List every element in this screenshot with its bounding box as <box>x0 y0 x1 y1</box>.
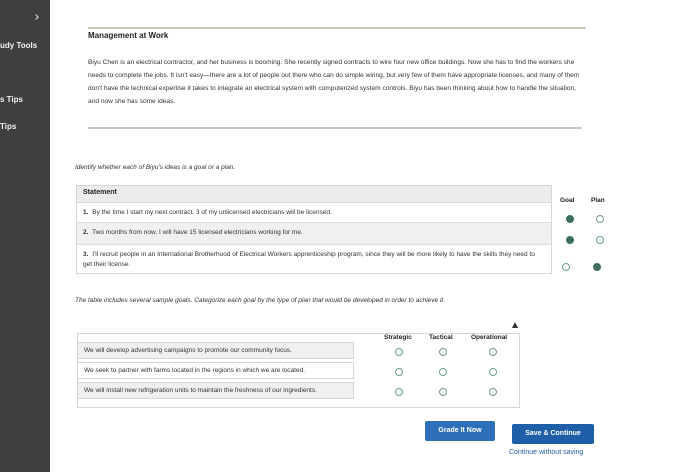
article-body: Biyu Chen is an electrical contractor, a… <box>88 59 580 105</box>
table-row: We will install new refrigeration units … <box>77 382 354 399</box>
bottom-divider <box>88 127 582 129</box>
sidebar: › udy Tools s Tips Tips <box>0 0 50 472</box>
row1-plan-radio[interactable] <box>596 215 604 223</box>
row3-strategic-radio[interactable] <box>395 388 403 396</box>
row1-tactical-radio[interactable] <box>439 348 447 356</box>
plan-type-table: Strategic Tactical Operational We will d… <box>77 322 520 408</box>
strategic-column-header: Strategic <box>384 334 412 341</box>
table-row: 3. I'll recruit people in an Internation… <box>77 244 551 273</box>
mouse-cursor-icon <box>512 322 518 328</box>
operational-column-header: Operational <box>471 334 508 341</box>
chevron-right-icon[interactable]: › <box>28 9 46 27</box>
statement-header: Statement <box>77 186 551 202</box>
tactical-column-header: Tactical <box>429 334 453 341</box>
top-divider <box>88 27 586 29</box>
question2-prompt: The table includes several sample goals.… <box>75 297 446 304</box>
continue-without-saving-link[interactable]: Continue without saving <box>509 449 583 456</box>
row2-operational-radio[interactable] <box>489 368 497 376</box>
sidebar-item-tips-1[interactable]: s Tips <box>0 95 23 104</box>
goal-column-header: Goal <box>560 197 575 204</box>
row-text: I'll recruit people in an International … <box>83 251 535 268</box>
table-row: 1. By the time I start my next contract,… <box>77 202 551 222</box>
grade-it-now-button[interactable]: Grade It Now <box>425 421 495 441</box>
row-number: 2. <box>83 229 89 236</box>
main-content: Management at Work Biyu Chen is an elect… <box>50 0 700 472</box>
row2-tactical-radio[interactable] <box>439 368 447 376</box>
plan-type-headers: Strategic Tactical Operational <box>77 322 520 341</box>
sidebar-item-tips-2[interactable]: Tips <box>0 122 16 131</box>
row2-goal-radio[interactable] <box>566 236 574 244</box>
row1-goal-radio[interactable] <box>566 215 574 223</box>
row1-strategic-radio[interactable] <box>395 348 403 356</box>
row2-strategic-radio[interactable] <box>395 368 403 376</box>
sidebar-item-study-tools[interactable]: udy Tools <box>0 41 37 50</box>
table-row: We seek to partner with farms located in… <box>77 362 354 379</box>
table-row: We will develop advertising campaigns to… <box>77 342 354 359</box>
plan-column-header: Plan <box>591 197 605 204</box>
row3-goal-radio[interactable] <box>562 263 570 271</box>
save-and-continue-button[interactable]: Save & Continue <box>512 424 594 444</box>
table-row: 2. Two months from now, I will have 15 l… <box>77 222 551 244</box>
goal-plan-table: Statement 1. By the time I start my next… <box>76 185 552 274</box>
row1-operational-radio[interactable] <box>489 348 497 356</box>
row3-plan-radio[interactable] <box>593 263 601 271</box>
article-title: Management at Work <box>88 31 169 40</box>
row-number: 3. <box>83 251 89 258</box>
row-text: By the time I start my next contract, 3 … <box>92 209 332 216</box>
row-number: 1. <box>83 209 89 216</box>
row-text: Two months from now, I will have 15 lice… <box>92 229 303 236</box>
row3-operational-radio[interactable] <box>489 388 497 396</box>
row2-plan-radio[interactable] <box>596 236 604 244</box>
row3-tactical-radio[interactable] <box>439 388 447 396</box>
question1-prompt: Identify whether each of Biyu's ideas is… <box>75 164 236 171</box>
